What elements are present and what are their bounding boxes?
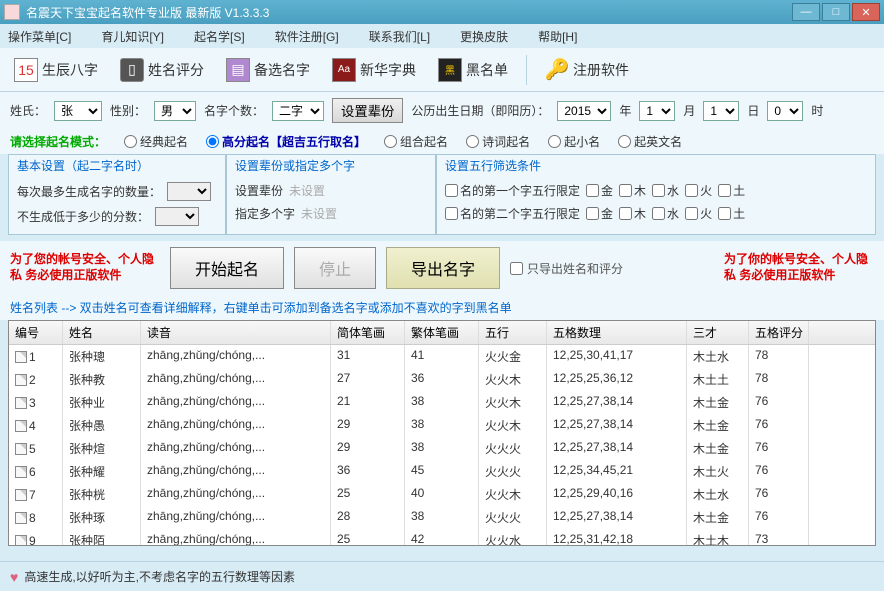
action-bar: 为了您的帐号安全、个人隐私 务必使用正版软件 开始起名 停止 导出名字 只导出姓… [0, 241, 884, 295]
table-row[interactable]: 6张种耀zhāng,zhǔng/chóng,...3645火火火12,25,34… [9, 460, 875, 483]
status-text: 高速生成,以好听为主,不考虑名字的五行数理等因素 [24, 568, 295, 585]
close-button[interactable]: ✕ [852, 3, 880, 21]
mode-highscore[interactable]: 高分起名【超吉五行取名】 [206, 133, 366, 150]
set-generation-button[interactable]: 设置辈份 [332, 98, 403, 123]
menu-help[interactable]: 帮助[H] [538, 28, 577, 45]
month-select[interactable]: 1 [639, 101, 675, 121]
phone-icon: ▯ [120, 58, 144, 82]
namecount-label: 名字个数： [204, 102, 264, 119]
surname-select[interactable]: 张 [54, 101, 102, 121]
mode-nickname[interactable]: 起小名 [548, 133, 600, 150]
document-icon [15, 535, 27, 547]
table-row[interactable]: 9张种陌zhāng,zhǔng/chóng,...2542火火水12,25,31… [9, 529, 875, 546]
start-button[interactable]: 开始起名 [170, 247, 284, 289]
statusbar: ♥ 高速生成,以好听为主,不考虑名字的五行数理等因素 [0, 561, 884, 591]
mode-classic[interactable]: 经典起名 [124, 133, 188, 150]
table-row[interactable]: 4张种愚zhāng,zhǔng/chóng,...2938火火木12,25,27… [9, 414, 875, 437]
document-icon [15, 420, 27, 432]
heart-icon: ♥ [10, 569, 18, 585]
mode-combo[interactable]: 组合起名 [384, 133, 448, 150]
window-title: 名震天下宝宝起名软件专业版 最新版 V1.3.3.3 [26, 4, 792, 21]
gender-select[interactable]: 男 [154, 101, 196, 121]
document-icon [15, 466, 27, 478]
tool-dict[interactable]: Aa新华字典 [324, 54, 424, 86]
table-row[interactable]: 2张种教zhāng,zhǔng/chóng,...2736火火木12,25,25… [9, 368, 875, 391]
separator [526, 55, 527, 85]
year-select[interactable]: 2015 [557, 101, 611, 121]
toolbar: 15生辰八字 ▯姓名评分 ▤备选名字 Aa新华字典 黑黑名单 🔑注册软件 [0, 48, 884, 92]
mode-english[interactable]: 起英文名 [618, 133, 682, 150]
tool-blacklist[interactable]: 黑黑名单 [430, 54, 516, 86]
gender-label: 性别： [110, 102, 146, 119]
menu-register[interactable]: 软件注册[G] [275, 28, 339, 45]
menu-contact[interactable]: 联系我们[L] [369, 28, 430, 45]
wuxing-char2[interactable]: 名的第二个字五行限定 [445, 205, 580, 222]
basic-settings: 基本设置（起二字名时） 每次最多生成名字的数量： 不生成低于多少的分数： [8, 154, 226, 235]
menubar: 操作菜单[C] 育儿知识[Y] 起名学[S] 软件注册[G] 联系我们[L] 更… [0, 24, 884, 48]
namecount-select[interactable]: 二字 [272, 101, 324, 121]
hour-select[interactable]: 0 [767, 101, 803, 121]
menu-operation[interactable]: 操作菜单[C] [8, 28, 71, 45]
menu-parenting[interactable]: 育儿知识[Y] [101, 28, 164, 45]
blacklist-icon: 黑 [438, 58, 462, 82]
document-icon [15, 489, 27, 501]
tool-score[interactable]: ▯姓名评分 [112, 54, 212, 86]
document-icon [15, 374, 27, 386]
table-row[interactable]: 3张种业zhāng,zhǔng/chóng,...2138火火木12,25,27… [9, 391, 875, 414]
warning-left: 为了您的帐号安全、个人隐私 务必使用正版软件 [10, 252, 160, 283]
table-row[interactable]: 7张种桄zhāng,zhǔng/chóng,...2540火火木12,25,29… [9, 483, 875, 506]
mode-poetry[interactable]: 诗词起名 [466, 133, 530, 150]
settings-row: 基本设置（起二字名时） 每次最多生成名字的数量： 不生成低于多少的分数： 设置辈… [0, 154, 884, 241]
maximize-button[interactable]: □ [822, 3, 850, 21]
tool-candidate[interactable]: ▤备选名字 [218, 54, 318, 86]
mode-bar: 请选择起名模式： 经典起名 高分起名【超吉五行取名】 组合起名 诗词起名 起小名… [0, 129, 884, 154]
export-names-only[interactable]: 只导出姓名和评分 [510, 260, 623, 277]
list-hint: 姓名列表 --> 双击姓名可查看详细解释，右键单击可添加到备选名字或添加不喜欢的… [0, 295, 884, 320]
generation-settings: 设置辈份或指定多个字 设置辈份未设置 指定多个字未设置 [226, 154, 436, 235]
tool-register[interactable]: 🔑注册软件 [537, 54, 637, 86]
wuxing-settings: 设置五行筛选条件 名的第一个字五行限定 金 木 水 火 土 名的第二个字五行限定… [436, 154, 876, 235]
max-count-select[interactable] [167, 182, 211, 201]
menu-skin[interactable]: 更换皮肤 [460, 28, 508, 45]
document-icon [15, 351, 27, 363]
surname-label: 姓氏： [10, 102, 46, 119]
document-icon [15, 397, 27, 409]
dictionary-icon: Aa [332, 58, 356, 82]
notebook-icon: ▤ [226, 58, 250, 82]
stop-button[interactable]: 停止 [294, 247, 376, 289]
export-button[interactable]: 导出名字 [386, 247, 500, 289]
wuxing-char1[interactable]: 名的第一个字五行限定 [445, 182, 580, 199]
birthdate-label: 公历出生日期（即阳历）： [411, 102, 549, 119]
results-table: 编号 姓名 读音 简体笔画 繁体笔画 五行 五格数理 三才 五格评分 1张种璁z… [8, 320, 876, 546]
key-icon: 🔑 [545, 58, 569, 82]
titlebar: 名震天下宝宝起名软件专业版 最新版 V1.3.3.3 — □ ✕ [0, 0, 884, 24]
tool-birth[interactable]: 15生辰八字 [6, 54, 106, 86]
menu-naming[interactable]: 起名学[S] [194, 28, 245, 45]
table-header: 编号 姓名 读音 简体笔画 繁体笔画 五行 五格数理 三才 五格评分 [9, 321, 875, 345]
min-score-select[interactable] [155, 207, 199, 226]
day-select[interactable]: 1 [703, 101, 739, 121]
table-row[interactable]: 8张种琢zhāng,zhǔng/chóng,...2838火火火12,25,27… [9, 506, 875, 529]
document-icon [15, 512, 27, 524]
minimize-button[interactable]: — [792, 3, 820, 21]
params-bar: 姓氏： 张 性别： 男 名字个数： 二字 设置辈份 公历出生日期（即阳历）： 2… [0, 92, 884, 129]
mode-label: 请选择起名模式： [10, 133, 106, 150]
warning-right: 为了你的帐号安全、个人隐私 务必使用正版软件 [724, 252, 874, 283]
calendar-icon: 15 [14, 58, 38, 82]
table-body: 1张种璁zhāng,zhǔng/chóng,...3141火火金12,25,30… [9, 345, 875, 546]
table-row[interactable]: 5张种煊zhāng,zhǔng/chóng,...2938火火火12,25,27… [9, 437, 875, 460]
table-row[interactable]: 1张种璁zhāng,zhǔng/chóng,...3141火火金12,25,30… [9, 345, 875, 368]
app-icon [4, 4, 20, 20]
document-icon [15, 443, 27, 455]
